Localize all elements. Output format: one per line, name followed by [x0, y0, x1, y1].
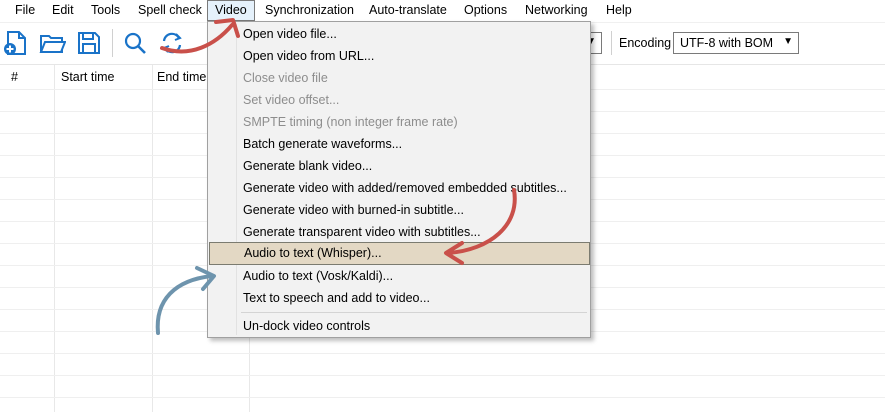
column-header-number[interactable]: # [11, 65, 18, 89]
encoding-value: UTF-8 with BOM [680, 36, 774, 50]
menu-item-open-video-url[interactable]: Open video from URL... [208, 45, 590, 67]
menu-item-smpte-timing: SMPTE timing (non integer frame rate) [243, 115, 458, 129]
menu-networking[interactable]: Networking [518, 1, 595, 20]
column-divider [54, 65, 55, 412]
column-header-start-time[interactable]: Start time [61, 65, 115, 89]
menu-bar: File Edit Tools Spell check Video Synchr… [0, 0, 885, 23]
menu-tools[interactable]: Tools [84, 1, 127, 20]
menu-item-batch-generate-waveforms[interactable]: Batch generate waveforms... [208, 133, 590, 155]
column-header-end-time[interactable]: End time [157, 65, 206, 89]
menu-item-generate-blank-video[interactable]: Generate blank video... [208, 155, 590, 177]
open-folder-icon[interactable] [38, 29, 67, 57]
menu-auto-translate[interactable]: Auto-translate [362, 1, 454, 20]
menu-options[interactable]: Options [457, 1, 514, 20]
new-file-icon[interactable] [2, 29, 30, 57]
row-divider [0, 353, 885, 354]
find-icon[interactable] [121, 29, 149, 57]
save-icon[interactable] [75, 29, 103, 57]
row-divider [0, 375, 885, 376]
menu-item-set-video-offset: Set video offset... [243, 93, 340, 107]
menu-item-close-video-file: Close video file [243, 71, 328, 85]
column-divider [152, 65, 153, 412]
menu-video[interactable]: Video [207, 0, 255, 21]
menu-synchronization[interactable]: Synchronization [258, 1, 361, 20]
replace-icon[interactable] [158, 29, 186, 57]
menu-file[interactable]: File [8, 1, 42, 20]
menu-item-audio-to-text-vosk[interactable]: Audio to text (Vosk/Kaldi)... [208, 265, 590, 287]
video-menu-dropdown: Open video file... Open video from URL..… [207, 21, 591, 338]
menu-spell-check[interactable]: Spell check [131, 1, 209, 20]
menu-item-generate-transparent-video[interactable]: Generate transparent video with subtitle… [208, 221, 590, 243]
menu-help[interactable]: Help [599, 1, 639, 20]
menu-item-generate-embedded-subs-video[interactable]: Generate video with added/removed embedd… [208, 177, 590, 199]
row-divider [0, 397, 885, 398]
encoding-select[interactable]: UTF-8 with BOM ▼ [673, 32, 799, 54]
menu-edit[interactable]: Edit [45, 1, 81, 20]
menu-item-audio-to-text-whisper[interactable]: Audio to text (Whisper)... [209, 242, 590, 265]
chevron-down-icon: ▼ [783, 36, 793, 47]
menu-item-open-video-file[interactable]: Open video file... [208, 23, 590, 45]
encoding-label: Encoding [619, 36, 672, 50]
menu-item-text-to-speech[interactable]: Text to speech and add to video... [208, 287, 590, 309]
toolbar-separator [112, 29, 113, 57]
menu-separator [241, 312, 587, 313]
menu-item-undock-video-controls[interactable]: Un-dock video controls [208, 315, 590, 337]
toolbar-separator [611, 31, 612, 55]
menu-item-generate-burned-in-video[interactable]: Generate video with burned-in subtitle..… [208, 199, 590, 221]
